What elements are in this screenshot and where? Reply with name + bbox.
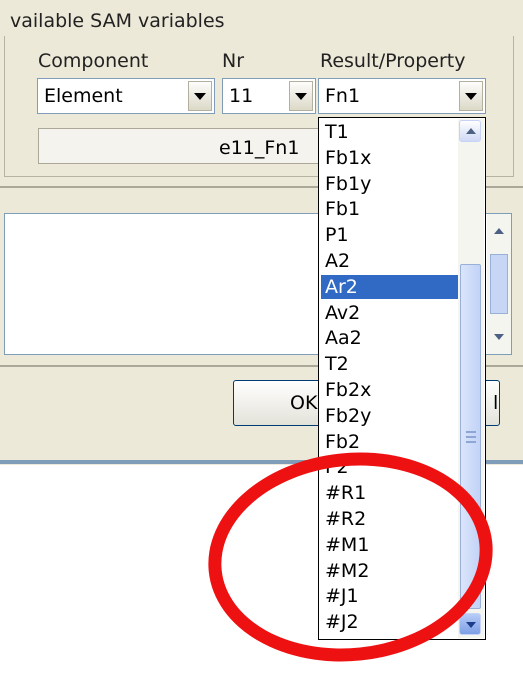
cancel-label: l <box>493 392 499 414</box>
chevron-down-icon[interactable] <box>289 81 313 111</box>
expression-text: e11_Fn1 <box>219 137 300 159</box>
result-value: Fn1 <box>325 85 361 107</box>
result-combo[interactable]: Fn1 <box>318 78 486 114</box>
dropdown-option[interactable]: Fb2y <box>321 404 460 428</box>
dropdown-option[interactable]: Av2 <box>321 301 460 325</box>
dropdown-option[interactable]: Fb2x <box>321 378 460 402</box>
dropdown-option[interactable]: Aa2 <box>321 326 460 350</box>
nr-label: Nr <box>222 50 245 72</box>
scroll-down-icon[interactable] <box>494 334 504 340</box>
textarea-scrollbar[interactable] <box>487 214 511 354</box>
scroll-up-icon[interactable] <box>494 228 504 234</box>
dropdown-option[interactable]: A2 <box>321 249 460 273</box>
group-title: vailable SAM variables <box>10 10 225 32</box>
result-label: Result/Property <box>320 50 466 72</box>
nr-value: 11 <box>229 85 254 107</box>
dropdown-option[interactable]: Fb2 <box>321 430 460 454</box>
dropdown-option[interactable]: P1 <box>321 223 460 247</box>
dropdown-option[interactable]: Fb1x <box>321 146 460 170</box>
scroll-up-icon[interactable] <box>459 120 481 142</box>
dropdown-option[interactable]: Fb1y <box>321 172 460 196</box>
dropdown-option[interactable]: T1 <box>321 120 460 144</box>
scroll-down-icon[interactable] <box>459 613 481 635</box>
chevron-down-icon[interactable] <box>188 81 212 111</box>
dropdown-option[interactable]: T2 <box>321 352 460 376</box>
component-value: Element <box>44 85 123 107</box>
expression-display: e11_Fn1 <box>38 128 320 164</box>
chevron-down-icon[interactable] <box>459 81 483 111</box>
dropdown-option[interactable]: Fb1 <box>321 197 460 221</box>
component-label: Component <box>38 50 149 72</box>
component-combo[interactable]: Element <box>37 78 215 114</box>
scroll-thumb[interactable] <box>490 254 508 314</box>
ok-label: OK <box>290 392 318 414</box>
dropdown-option[interactable]: Ar2 <box>321 274 460 299</box>
nr-combo[interactable]: 11 <box>222 78 316 114</box>
